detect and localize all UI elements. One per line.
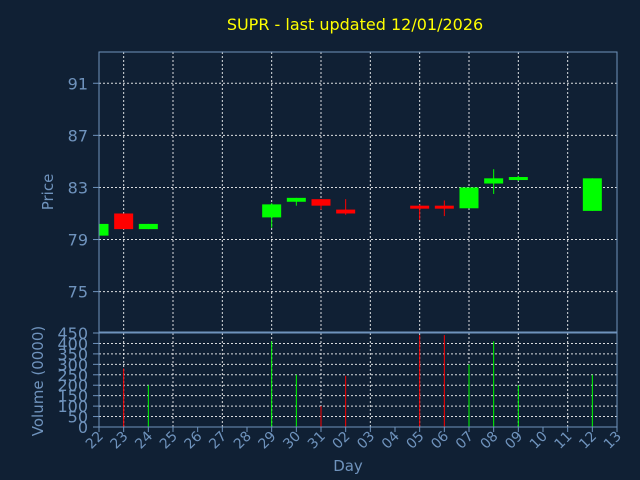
volume-bars: [123, 335, 593, 427]
candle-body: [336, 209, 356, 214]
x-tick-label: 26: [182, 428, 206, 452]
candle-24: [138, 223, 158, 230]
x-tick-label: 05: [404, 429, 428, 453]
candle-02: [336, 199, 356, 215]
x-tick-label: 08: [478, 429, 502, 453]
candle-body: [138, 223, 158, 230]
candlestick-chart: SUPR - last updated 12/01/2026 75 79 83 87 9…: [29, 15, 625, 475]
candle-23: [114, 213, 134, 230]
candle-body: [410, 205, 430, 209]
price-tick-label: 87: [68, 126, 88, 145]
candle-06: [434, 200, 454, 217]
candle-08: [484, 169, 504, 194]
price-tick-label: 91: [68, 74, 88, 93]
candle-12: [582, 178, 602, 211]
x-axis-label: Day: [333, 457, 363, 475]
x-axis-ticks: 22 23 24 25 26 27 28 29 30 31 02 03 04 05 06 07 08 09 10 11…: [83, 427, 625, 452]
x-tick-label: 25: [157, 429, 181, 453]
x-tick-label: 07: [453, 429, 477, 453]
x-tick-label: 23: [108, 429, 132, 453]
x-tick-label: 10: [527, 429, 551, 453]
candle-body: [311, 199, 331, 206]
x-tick-label: 11: [552, 429, 576, 453]
candle-body: [484, 178, 504, 184]
x-tick-label: 30: [280, 429, 304, 453]
volume-axis-label: Volume (0000): [29, 326, 47, 436]
candle-29: [262, 203, 282, 228]
candle-body: [508, 177, 528, 181]
x-tick-label: 03: [354, 429, 378, 453]
candle-body: [114, 213, 134, 230]
x-tick-label: 27: [206, 429, 230, 453]
x-tick-label: 02: [330, 429, 354, 453]
candle-body: [99, 223, 109, 236]
price-axis-ticks: 75 79 83 87 91: [68, 74, 99, 302]
x-tick-label: 12: [576, 429, 600, 453]
price-tick-label: 79: [68, 231, 88, 250]
candle-07: [459, 187, 479, 209]
candle-22: [98, 223, 109, 237]
price-axis-label: Price: [39, 174, 57, 211]
candle-30: [286, 197, 306, 206]
candle-body: [262, 204, 282, 218]
price-tick-label: 83: [68, 178, 88, 197]
candle-body: [286, 197, 306, 202]
price-tick-label: 75: [68, 283, 88, 302]
volume-plot-frame: [98, 332, 618, 428]
price-grid: [99, 52, 618, 332]
candle-05: [410, 204, 430, 220]
volume-tick-label: 450: [57, 324, 88, 343]
x-tick-label: 06: [428, 428, 452, 452]
price-plot-frame: [98, 51, 618, 333]
x-tick-label: 13: [601, 429, 625, 453]
x-tick-label: 28: [231, 429, 255, 453]
volume-grid: [99, 333, 618, 427]
x-tick-label: 29: [256, 429, 280, 453]
candle-31: [311, 199, 331, 210]
candle-body: [459, 187, 479, 209]
price-candles: [98, 169, 602, 237]
x-tick-label: 09: [502, 429, 526, 453]
volume-axis-ticks: 050100150200250300350400450: [57, 324, 99, 437]
x-tick-label: 24: [132, 428, 156, 452]
chart-title: SUPR - last updated 12/01/2026: [227, 15, 483, 34]
candle-09: [508, 175, 528, 181]
candle-body: [582, 178, 602, 211]
x-tick-label: 31: [305, 429, 329, 453]
candle-body: [434, 205, 454, 209]
x-tick-label: 04: [379, 428, 403, 452]
